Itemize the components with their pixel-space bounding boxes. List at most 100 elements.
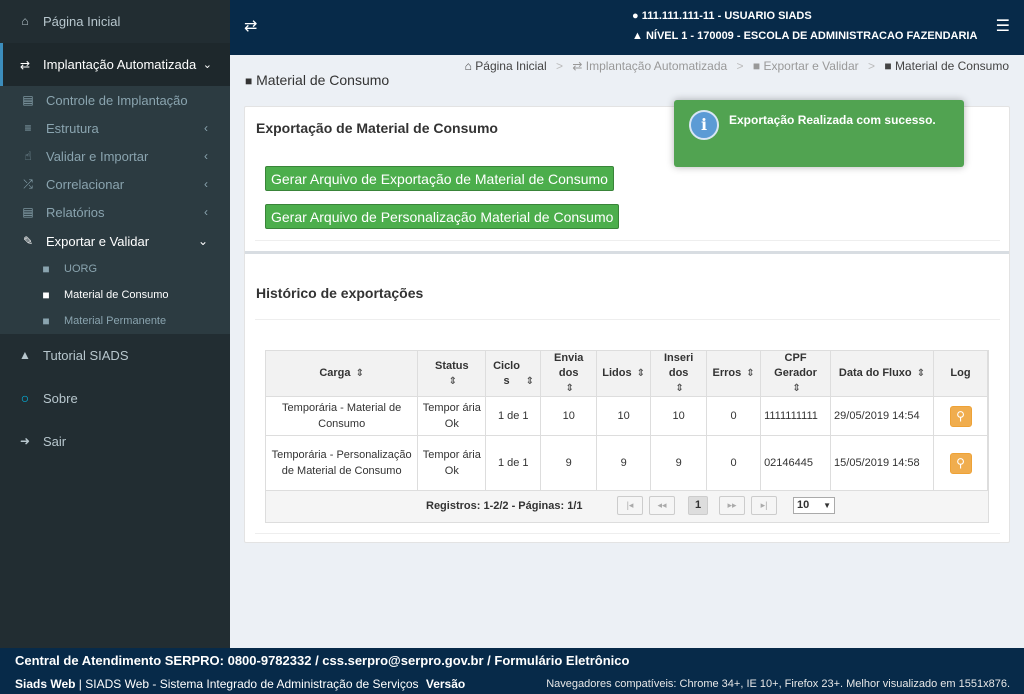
page-number-button[interactable]: 1 — [688, 496, 708, 515]
page-title: ■ Material de Consumo — [245, 72, 389, 88]
cell-status: Tempor ária Ok — [417, 396, 487, 436]
sort-icon: ⇕ — [675, 383, 684, 394]
export-icon: ■ — [752, 59, 761, 73]
footer-browsers: Navegadores compatíveis: Chrome 34+, IE … — [546, 678, 1010, 690]
list-icon: ▤ — [22, 93, 34, 107]
sidebar-item-uorg[interactable]: ■ UORG — [0, 256, 230, 282]
search-icon: ⚲ — [956, 455, 965, 470]
circle-icon: ○ — [20, 390, 30, 406]
breadcrumb-exportar[interactable]: ■ Exportar e Validar — [753, 59, 859, 73]
breadcrumb-separator: > — [867, 59, 875, 73]
home-icon: ⌂ — [464, 59, 472, 73]
sidebar-item-correlacionar[interactable]: ⤮ Correlacionar ‹ — [0, 170, 230, 198]
chevron-left-icon: ‹ — [204, 205, 208, 219]
col-header-status[interactable]: Status ⇕ — [417, 351, 487, 397]
col-header-label: Status — [434, 359, 469, 372]
first-page-button[interactable]: |◂ — [617, 496, 643, 515]
sidebar-item-relatorios[interactable]: ▤ Relatórios ‹ — [0, 198, 230, 226]
col-header-erros[interactable]: Erros ⇕ — [706, 351, 762, 397]
sidebar-item-sobre[interactable]: ○ Sobre — [0, 377, 230, 419]
export-icon: ✎ — [22, 234, 34, 248]
sort-icon: ⇕ — [792, 383, 801, 394]
generate-personalization-button[interactable]: Gerar Arquivo de Personalização Material… — [265, 204, 620, 229]
col-header-carga[interactable]: Carga ⇕ — [266, 351, 419, 397]
col-header-lidos[interactable]: Lidos ⇕ — [596, 351, 652, 397]
last-page-button[interactable]: ▸| — [751, 496, 777, 515]
page-size-value: 10 — [797, 499, 810, 511]
chevron-left-icon: ‹ — [204, 149, 208, 163]
breadcrumb-implantacao[interactable]: ⇄ Implantação Automatizada — [572, 59, 727, 73]
sidebar-item-label: Relatórios — [46, 204, 105, 220]
col-header-inseridos[interactable]: Inseri dos ⇕ — [650, 351, 708, 397]
random-icon: ⤮ — [23, 176, 33, 191]
thumbs-up-icon: ☝ — [24, 149, 32, 163]
cell-lidos: 10 — [596, 396, 652, 436]
section-divider — [245, 251, 1009, 254]
cell-enviados: 9 — [540, 435, 598, 491]
cell-log: ⚲ — [933, 435, 988, 491]
col-header-label: CPF Gerador — [774, 352, 817, 379]
footer-system: Siads Web | SIADS Web - Sistema Integrad… — [15, 677, 465, 691]
exchange-toggle-icon[interactable]: ⇄ — [244, 16, 257, 36]
next-page-icon: ▸▸ — [727, 500, 737, 510]
col-header-label: Lidos — [602, 367, 632, 379]
cell-data: 15/05/2019 14:58 — [830, 435, 934, 491]
user-info: ● 111.111.111-11 - USUARIO SIADS — [632, 10, 812, 22]
sidebar-item-label: Exportar e Validar — [46, 233, 150, 249]
col-header-label: Carga — [319, 367, 351, 379]
col-header-label: Data do Fluxo — [838, 367, 912, 379]
sidebar-item-home[interactable]: ⌂ Página Inicial — [0, 0, 230, 42]
file-export-icon: ■ — [42, 262, 50, 276]
exchange-icon: ⇄ — [572, 59, 583, 73]
cell-ciclos: 1 de 1 — [485, 396, 542, 436]
sidebar-item-material-consumo[interactable]: ■ Material de Consumo — [0, 282, 230, 308]
sidebar-item-tutorial[interactable]: ▲ Tutorial SIADS — [0, 334, 230, 376]
user-icon: ● — [632, 10, 639, 22]
col-header-label: Envia dos — [554, 352, 584, 379]
first-page-icon: |◂ — [626, 500, 634, 510]
generate-export-button[interactable]: Gerar Arquivo de Exportação de Material … — [265, 166, 614, 191]
cell-inseridos: 10 — [650, 396, 708, 436]
sidebar-item-estrutura[interactable]: ≡ Estrutura ‹ — [0, 114, 230, 142]
table-header-row: Carga ⇕ Status ⇕ Ciclos ⇕ Envia dos ⇕ Lid… — [266, 351, 988, 397]
col-header-ciclos[interactable]: Ciclos ⇕ — [485, 351, 542, 397]
page-size-select[interactable]: 10 ▼ — [793, 497, 835, 514]
sidebar-item-label: Material de Consumo — [64, 289, 169, 301]
sidebar-item-label: Página Inicial — [43, 13, 121, 29]
history-table-container: Carga ⇕ Status ⇕ Ciclos ⇕ Envia dos ⇕ Lid… — [265, 350, 989, 523]
footer-support: Central de Atendimento SERPRO: 0800-9782… — [15, 653, 630, 668]
sidebar-item-controle[interactable]: ▤ Controle de Implantação — [0, 86, 230, 114]
home-icon: ⌂ — [21, 14, 29, 28]
cell-carga: Temporária - Material de Consumo — [266, 396, 419, 436]
divider — [255, 319, 1000, 320]
breadcrumb: ⌂ Página Inicial > ⇄ Implantação Automat… — [465, 59, 1009, 73]
history-table: Carga ⇕ Status ⇕ Ciclos ⇕ Envia dos ⇕ Lid… — [266, 351, 988, 491]
sort-icon: ⇕ — [525, 375, 534, 387]
menu-icon[interactable]: ☰ — [996, 16, 1010, 36]
log-search-button[interactable]: ⚲ — [949, 452, 972, 474]
success-toast[interactable]: i Exportação Realizada com sucesso. — [674, 100, 964, 167]
next-page-button[interactable]: ▸▸ — [719, 496, 745, 515]
cell-cpf: 02146445 — [760, 435, 832, 491]
sitemap-icon: ▲ — [632, 30, 643, 42]
col-header-data[interactable]: Data do Fluxo ⇕ — [830, 351, 934, 397]
col-header-label: Erros — [712, 367, 742, 379]
sidebar-item-implantacao[interactable]: ⇄ Implantação Automatizada ⌄ — [0, 43, 230, 86]
sidebar-item-validar[interactable]: ☝ Validar e Importar ‹ — [0, 142, 230, 170]
log-search-button[interactable]: ⚲ — [949, 405, 972, 427]
col-header-enviados[interactable]: Envia dos ⇕ — [540, 351, 598, 397]
sidebar-item-material-permanente[interactable]: ■ Material Permanente — [0, 308, 230, 334]
prev-page-button[interactable]: ◂◂ — [649, 496, 675, 515]
file-export-icon: ■ — [245, 74, 253, 88]
footer-brand: Siads Web — [15, 677, 76, 691]
sidebar-item-sair[interactable]: ➜ Sair — [0, 420, 230, 462]
breadcrumb-home[interactable]: ⌂ Página Inicial — [465, 59, 547, 73]
toast-message: Exportação Realizada com sucesso. — [729, 113, 936, 127]
cell-inseridos: 9 — [650, 435, 708, 491]
sidebar-item-label: Validar e Importar — [46, 148, 149, 164]
page-title-text: Material de Consumo — [256, 72, 390, 88]
file-export-icon: ■ — [42, 288, 50, 302]
sidebar-item-exportar[interactable]: ✎ Exportar e Validar ⌄ — [0, 226, 230, 256]
col-header-cpf[interactable]: CPF Gerador ⇕ — [760, 351, 832, 397]
select-arrow-icon: ▼ — [823, 501, 831, 510]
